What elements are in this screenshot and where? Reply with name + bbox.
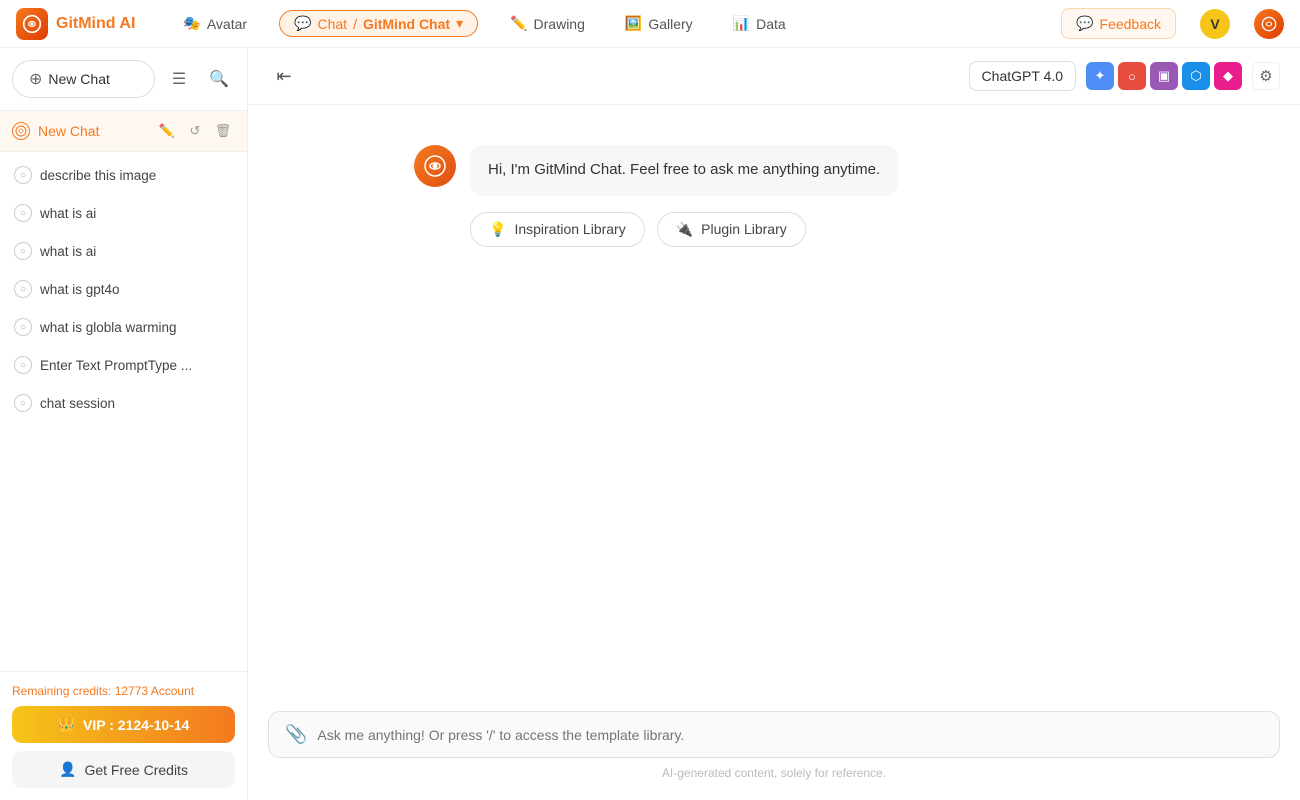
gear-icon: ⚙ <box>1259 67 1272 85</box>
settings-button[interactable]: ⚙ <box>1252 62 1280 90</box>
paperclip-icon: 📎 <box>285 724 307 745</box>
collapse-sidebar-button[interactable]: ⇤ <box>268 60 300 92</box>
list-item[interactable]: ○ what is globla warming <box>0 308 247 346</box>
topnav: GitMind AI 🎭 Avatar 💬 Chat / GitMind Cha… <box>0 0 1300 48</box>
refresh-chat-button[interactable]: ↺ <box>183 119 207 143</box>
current-chat-label: New Chat <box>38 123 147 139</box>
chat-history-icon: ○ <box>14 204 32 222</box>
inspiration-library-button[interactable]: 💡 Inspiration Library <box>470 212 645 247</box>
tool2-icon: ○ <box>1128 69 1136 84</box>
welcome-message: Hi, I'm GitMind Chat. Feel free to ask m… <box>470 145 898 196</box>
chat-history-icon: ○ <box>14 242 32 260</box>
tool-button-1[interactable]: ✦ <box>1086 62 1114 90</box>
list-item[interactable]: ○ what is gpt4o <box>0 270 247 308</box>
model-selector[interactable]: ChatGPT 4.0 <box>969 61 1076 91</box>
tool-button-5[interactable]: ◆ <box>1214 62 1242 90</box>
collapse-icon: ⇤ <box>276 66 291 87</box>
chat-history-icon: ○ <box>14 166 32 184</box>
nav-avatar[interactable]: 🎭 Avatar <box>175 11 255 36</box>
feedback-button[interactable]: 💬 Feedback <box>1061 8 1176 39</box>
current-chat-actions: ✏️ ↺ 🗑 <box>155 119 235 143</box>
plugin-library-button[interactable]: 🔌 Plugin Library <box>657 212 806 247</box>
list-item[interactable]: ○ Enter Text PromptType ... <box>0 346 247 384</box>
chat-history-icon: ○ <box>14 394 32 412</box>
chat-history-icon: ○ <box>14 280 32 298</box>
delete-chat-button[interactable]: 🗑 <box>211 119 235 143</box>
new-chat-button[interactable]: ⊕ New Chat <box>12 60 155 98</box>
message-container: Hi, I'm GitMind Chat. Feel free to ask m… <box>414 145 1134 271</box>
tool-button-3[interactable]: ▣ <box>1150 62 1178 90</box>
sidebar: ⊕ New Chat ☰ 🔍 New Chat ✏️ ↺ 🗑 <box>0 48 248 800</box>
chat-input[interactable] <box>317 727 1263 743</box>
tool1-icon: ✦ <box>1095 68 1106 84</box>
list-item[interactable]: ○ what is ai <box>0 194 247 232</box>
sidebar-header: ⊕ New Chat ☰ 🔍 <box>0 48 247 111</box>
chat-input-wrapper: 📎 <box>268 711 1280 758</box>
tool3-icon: ▣ <box>1158 68 1170 84</box>
chat-icon: 💬 <box>294 15 311 32</box>
gallery-icon: 🖼️ <box>625 15 642 32</box>
nav-data[interactable]: 📊 Data <box>725 11 794 36</box>
bot-avatar <box>414 145 456 187</box>
chat-history-icon: ○ <box>14 318 32 336</box>
user-avatar[interactable]: V <box>1200 9 1230 39</box>
list-item[interactable]: ○ describe this image <box>0 156 247 194</box>
nav-chat[interactable]: 💬 Chat / GitMind Chat ▾ <box>279 10 478 37</box>
attach-button[interactable]: 📎 <box>285 724 307 745</box>
app-logo[interactable]: GitMind AI <box>16 8 135 40</box>
main-layout: ⊕ New Chat ☰ 🔍 New Chat ✏️ ↺ 🗑 <box>0 48 1300 800</box>
data-icon: 📊 <box>733 15 750 32</box>
model-tools: ✦ ○ ▣ ⬡ ◆ <box>1086 62 1242 90</box>
tool-button-4[interactable]: ⬡ <box>1182 62 1210 90</box>
plus-icon: ⊕ <box>29 69 42 89</box>
nav-gallery[interactable]: 🖼️ Gallery <box>617 11 701 36</box>
current-chat-item[interactable]: New Chat ✏️ ↺ 🗑 <box>0 111 247 152</box>
chat-history-icon: ○ <box>14 356 32 374</box>
chat-messages: Hi, I'm GitMind Chat. Feel free to ask m… <box>248 105 1300 695</box>
credits-display: Remaining credits: 12773 Account <box>12 684 235 698</box>
vip-button[interactable]: 👑 VIP : 2124-10-14 <box>12 706 235 743</box>
tool5-icon: ◆ <box>1223 68 1233 84</box>
footer-note: AI-generated content, solely for referen… <box>268 766 1280 780</box>
app-icon-button[interactable] <box>1254 9 1284 39</box>
search-icon: 🔍 <box>209 69 229 89</box>
crown-icon: 👑 <box>58 716 75 733</box>
free-credits-button[interactable]: 👤 Get Free Credits <box>12 751 235 788</box>
list-item[interactable]: ○ chat session <box>0 384 247 422</box>
account-link[interactable]: Account <box>151 684 194 698</box>
logo-icon <box>16 8 48 40</box>
chat-toolbar: ⇤ ChatGPT 4.0 ✦ ○ ▣ ⬡ ◆ <box>248 48 1300 105</box>
chat-input-area: 📎 AI-generated content, solely for refer… <box>248 695 1300 800</box>
app-name: GitMind AI <box>56 15 135 33</box>
current-chat-icon <box>12 122 30 140</box>
person-icon: 👤 <box>59 761 76 778</box>
bot-message: Hi, I'm GitMind Chat. Feel free to ask m… <box>414 145 1134 247</box>
drawing-icon: ✏️ <box>510 15 527 32</box>
list-item[interactable]: ○ what is ai <box>0 232 247 270</box>
model-label: ChatGPT 4.0 <box>982 68 1063 84</box>
plugin-icon: 🔌 <box>676 221 693 238</box>
tool4-icon: ⬡ <box>1190 68 1201 84</box>
library-buttons: 💡 Inspiration Library 🔌 Plugin Library <box>470 212 898 247</box>
edit-chat-button[interactable]: ✏️ <box>155 119 179 143</box>
nav-drawing[interactable]: ✏️ Drawing <box>502 11 593 36</box>
list-icon: ☰ <box>172 69 186 89</box>
avatar-icon: 🎭 <box>183 15 200 32</box>
search-button[interactable]: 🔍 <box>203 63 235 95</box>
chat-list-toggle[interactable]: ☰ <box>163 63 195 95</box>
bot-message-content: Hi, I'm GitMind Chat. Feel free to ask m… <box>470 145 898 247</box>
chat-area: ⇤ ChatGPT 4.0 ✦ ○ ▣ ⬡ ◆ <box>248 48 1300 800</box>
bulb-icon: 💡 <box>489 221 506 238</box>
chat-history-list: ○ describe this image ○ what is ai ○ wha… <box>0 152 247 671</box>
chevron-down-icon: ▾ <box>456 15 463 32</box>
feedback-icon: 💬 <box>1076 15 1093 32</box>
sidebar-footer: Remaining credits: 12773 Account 👑 VIP :… <box>0 671 247 800</box>
tool-button-2[interactable]: ○ <box>1118 62 1146 90</box>
